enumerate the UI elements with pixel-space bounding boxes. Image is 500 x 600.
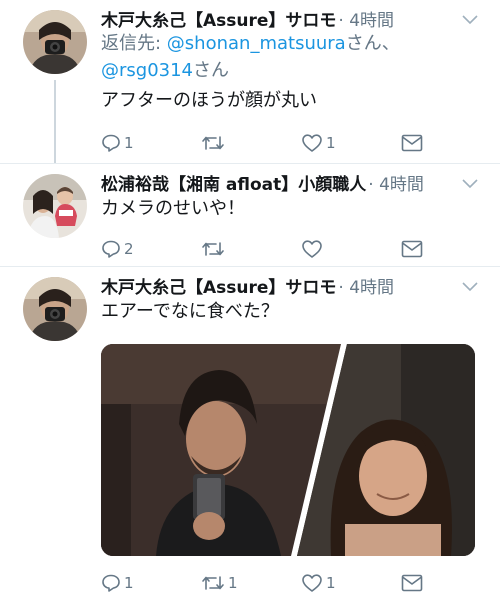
tweet-photo[interactable] xyxy=(101,344,475,556)
tweet[interactable]: 木戸大糸己【Assure】サロモ · 4時間 返信先: @shonan_mats… xyxy=(0,0,500,164)
reply-suffix: さん、 xyxy=(345,33,400,54)
mention-link[interactable]: @shonan_matsuura xyxy=(167,33,346,54)
reply-button[interactable]: 1 xyxy=(101,131,134,155)
avatar[interactable] xyxy=(23,277,87,341)
retweet-button[interactable]: 1 xyxy=(201,571,238,595)
reply-context-line2: @rsg0314さん xyxy=(101,58,229,84)
heart-icon xyxy=(302,134,322,152)
like-button[interactable]: 1 xyxy=(301,571,336,595)
dm-button[interactable] xyxy=(401,237,423,261)
thread-line xyxy=(54,80,56,164)
envelope-icon xyxy=(401,574,423,592)
tweet-actions: 2 xyxy=(101,237,431,261)
avatar[interactable] xyxy=(23,174,87,238)
like-button[interactable]: 1 xyxy=(301,131,336,155)
tweet-header: 木戸大糸己【Assure】サロモ · 4時間 xyxy=(101,272,394,298)
photo-collage xyxy=(101,344,475,556)
display-name[interactable]: 松浦裕哉【湘南 afloat】小顔職人 xyxy=(101,170,366,195)
envelope-icon xyxy=(401,240,423,258)
mention-link[interactable]: @rsg0314 xyxy=(101,60,193,81)
tweet[interactable]: 松浦裕哉【湘南 afloat】小顔職人 · 4時間 カメラのせいや！ 2 xyxy=(0,164,500,264)
tweet-header: 松浦裕哉【湘南 afloat】小顔職人 · 4時間 xyxy=(101,169,424,195)
retweet-button[interactable] xyxy=(201,131,228,155)
chevron-down-icon[interactable] xyxy=(462,179,478,189)
reply-button[interactable]: 2 xyxy=(101,237,134,261)
tweet-actions: 1 1 xyxy=(101,131,431,155)
like-count: 1 xyxy=(326,574,336,592)
reply-button[interactable]: 1 xyxy=(101,571,134,595)
retweet-count: 1 xyxy=(228,574,238,592)
heart-icon xyxy=(302,574,322,592)
reply-icon xyxy=(102,240,120,258)
display-name[interactable]: 木戸大糸己【Assure】サロモ xyxy=(101,6,336,31)
tweet-actions: 1 1 1 xyxy=(101,571,431,595)
reply-icon xyxy=(102,574,120,592)
retweet-button[interactable] xyxy=(201,237,228,261)
reply-count: 2 xyxy=(124,240,134,258)
tweet-text: アフターのほうが顔が丸い xyxy=(101,90,317,111)
like-button[interactable] xyxy=(301,237,326,261)
reply-count: 1 xyxy=(124,574,134,592)
tweet-text: カメラのせいや！ xyxy=(101,198,245,219)
reply-context: 返信先: @shonan_matsuuraさん、 xyxy=(101,31,400,57)
envelope-icon xyxy=(401,134,423,152)
timestamp[interactable]: · 4時間 xyxy=(368,170,424,195)
reply-prefix: 返信先: xyxy=(101,33,167,54)
timestamp[interactable]: · 4時間 xyxy=(338,6,394,31)
chevron-down-icon[interactable] xyxy=(462,15,478,25)
retweet-icon xyxy=(202,576,224,590)
tweet-text: エアーでなに食べた？ xyxy=(101,301,279,322)
reply-count: 1 xyxy=(124,134,134,152)
avatar[interactable] xyxy=(23,10,87,74)
retweet-icon xyxy=(202,136,224,150)
dm-button[interactable] xyxy=(401,571,423,595)
timestamp[interactable]: · 4時間 xyxy=(338,273,394,298)
reply-suffix: さん xyxy=(193,60,230,81)
chevron-down-icon[interactable] xyxy=(462,282,478,292)
display-name[interactable]: 木戸大糸己【Assure】サロモ xyxy=(101,273,336,298)
dm-button[interactable] xyxy=(401,131,423,155)
tweet-header: 木戸大糸己【Assure】サロモ · 4時間 xyxy=(101,5,394,31)
reply-icon xyxy=(102,134,120,152)
like-count: 1 xyxy=(326,134,336,152)
retweet-icon xyxy=(202,242,224,256)
heart-icon xyxy=(302,240,322,258)
